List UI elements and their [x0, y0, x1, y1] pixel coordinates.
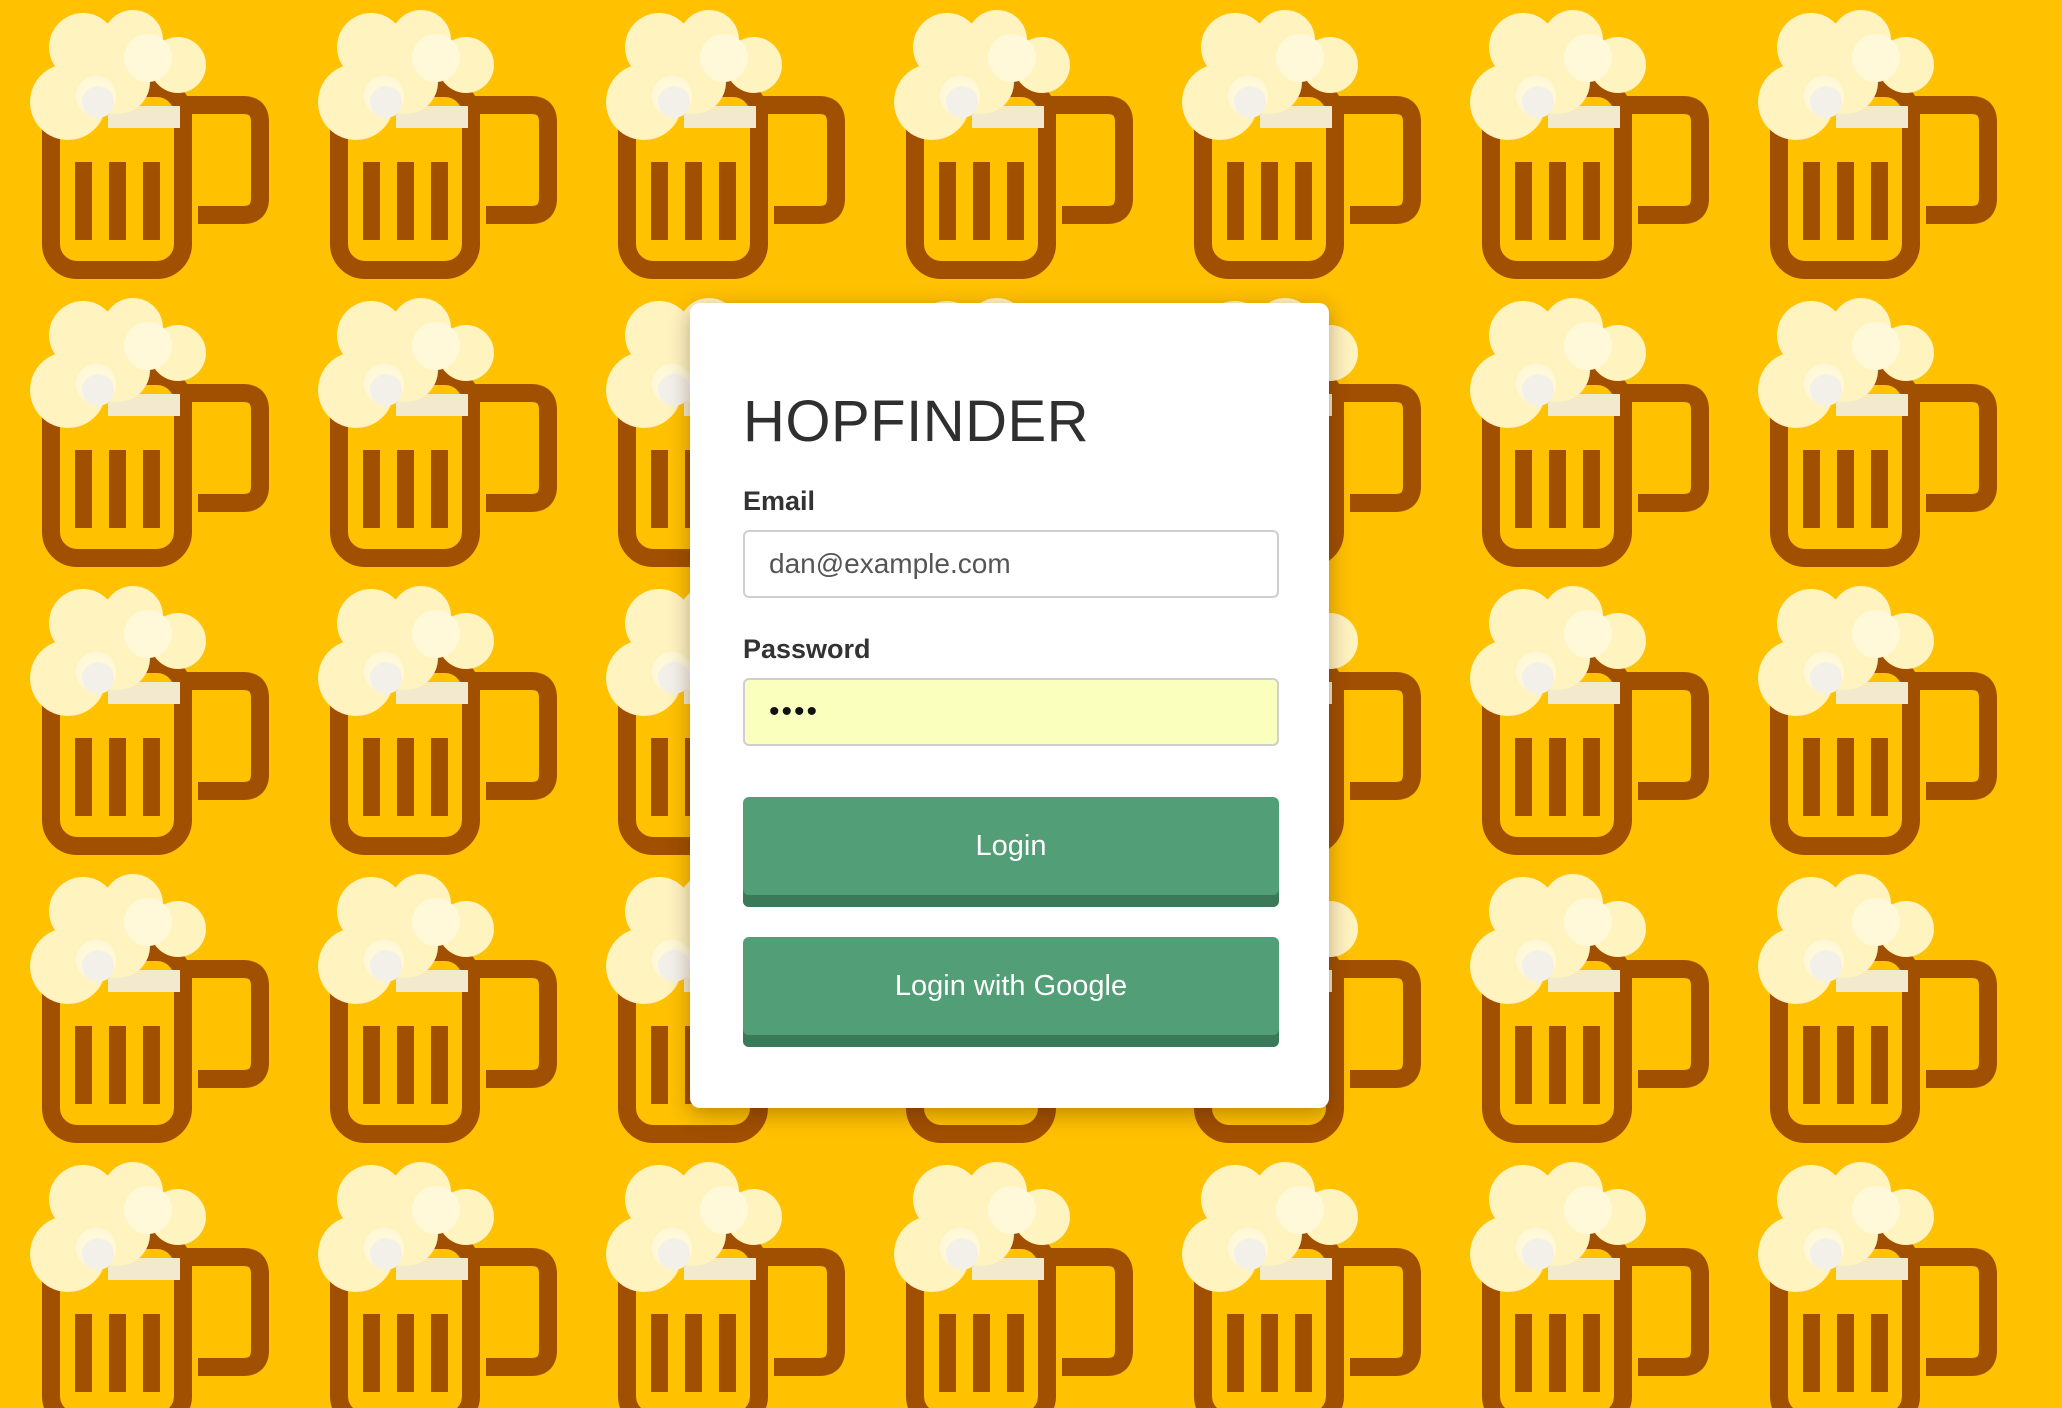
beer-mug-icon	[1182, 10, 1412, 270]
password-field[interactable]	[743, 678, 1279, 746]
beer-mug-icon	[1470, 586, 1700, 846]
beer-mug-icon	[1758, 298, 1988, 558]
login-card: HOPFINDER Email Password Login Login wit…	[690, 303, 1329, 1108]
beer-mug-icon	[318, 586, 548, 846]
beer-mug-icon	[1470, 1162, 1700, 1408]
beer-mug-icon	[30, 298, 260, 558]
beer-mug-icon	[30, 874, 260, 1134]
beer-mug-icon	[318, 1162, 548, 1408]
beer-mug-icon	[1182, 1162, 1412, 1408]
beer-mug-icon	[606, 1162, 836, 1408]
login-with-google-button[interactable]: Login with Google	[743, 937, 1279, 1047]
beer-mug-icon	[1758, 10, 1988, 270]
beer-mug-icon	[30, 586, 260, 846]
beer-mug-icon	[606, 10, 836, 270]
beer-mug-icon	[30, 1162, 260, 1408]
beer-mug-icon	[318, 10, 548, 270]
email-field[interactable]	[743, 530, 1279, 598]
beer-mug-icon	[318, 874, 548, 1134]
beer-mug-icon	[30, 10, 260, 270]
beer-mug-icon	[1758, 874, 1988, 1134]
beer-mug-icon	[1758, 1162, 1988, 1408]
password-label: Password	[743, 634, 871, 664]
app-title: HOPFINDER	[743, 389, 1090, 454]
email-label: Email	[743, 486, 816, 516]
beer-mug-icon	[1470, 874, 1700, 1134]
beer-mug-icon	[1470, 298, 1700, 558]
beer-mug-icon	[1470, 10, 1700, 270]
beer-mug-icon	[894, 10, 1124, 270]
login-button[interactable]: Login	[743, 797, 1279, 907]
beer-mug-icon	[1758, 586, 1988, 846]
beer-mug-icon	[318, 298, 548, 558]
beer-mug-icon	[894, 1162, 1124, 1408]
